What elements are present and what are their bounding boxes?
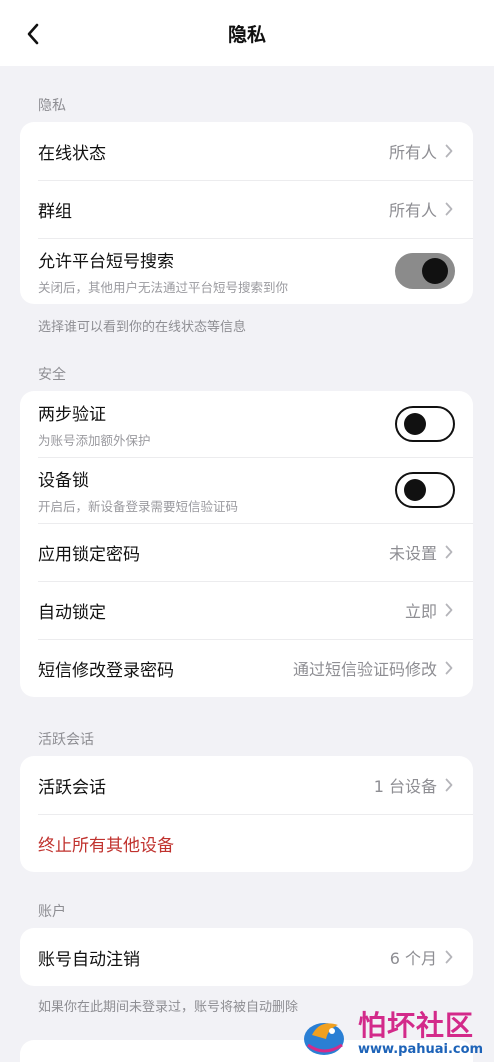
chevron-right-icon (445, 949, 455, 965)
toggle-knob (404, 413, 426, 435)
chevron-right-icon (445, 660, 455, 676)
app-lock-passcode-row[interactable]: 应用锁定密码 未设置 (20, 523, 473, 581)
watermark-title: 怕坏社区 (358, 1008, 475, 1042)
two-step-description: 为账号添加额外保护 (38, 432, 151, 448)
auto-lock-row[interactable]: 自动锁定 立即 (20, 581, 473, 639)
short-id-search-toggle[interactable] (395, 253, 455, 289)
active-sessions-row[interactable]: 活跃会话 1 台设备 (20, 756, 473, 814)
short-id-search-row: 允许平台短号搜索 关闭后，其他用户无法通过平台短号搜索到你 (20, 238, 473, 304)
online-status-value: 所有人 (388, 143, 437, 162)
sms-change-password-value: 通过短信验证码修改 (292, 660, 437, 679)
toggle-knob (422, 258, 448, 284)
privacy-footnote: 选择谁可以看到你的在线状态等信息 (38, 320, 247, 335)
app-lock-passcode-value: 未设置 (388, 544, 437, 563)
back-button[interactable] (18, 20, 48, 48)
device-lock-toggle[interactable] (395, 472, 455, 508)
terminate-other-devices-row[interactable]: 终止所有其他设备 (20, 814, 473, 872)
two-step-row: 两步验证 为账号添加额外保护 (20, 391, 473, 457)
two-step-label: 两步验证 (38, 404, 106, 425)
sms-change-password-row[interactable]: 短信修改登录密码 通过短信验证码修改 (20, 639, 473, 697)
shrimp-logo-icon (304, 1023, 344, 1055)
groups-value: 所有人 (388, 201, 437, 220)
auto-delete-row[interactable]: 账号自动注销 6 个月 (20, 928, 473, 986)
active-sessions-label: 活跃会话 (38, 777, 106, 798)
device-lock-row: 设备锁 开启后，新设备登录需要短信验证码 (20, 457, 473, 523)
section-label-account: 账户 (38, 904, 66, 920)
online-status-row[interactable]: 在线状态 所有人 (20, 122, 473, 180)
account-card: 账号自动注销 6 个月 (20, 928, 473, 986)
toggle-knob (404, 479, 426, 501)
chevron-left-icon (27, 23, 39, 45)
device-lock-label: 设备锁 (38, 470, 89, 491)
chevron-right-icon (445, 143, 455, 159)
two-step-toggle[interactable] (395, 406, 455, 442)
chevron-right-icon (445, 602, 455, 618)
groups-row[interactable]: 群组 所有人 (20, 180, 473, 238)
groups-label: 群组 (38, 201, 72, 222)
auto-delete-label: 账号自动注销 (38, 949, 140, 970)
active-sessions-value: 1 台设备 (373, 777, 437, 796)
auto-lock-value: 立即 (404, 602, 437, 621)
chevron-right-icon (445, 544, 455, 560)
auto-lock-label: 自动锁定 (38, 602, 106, 623)
device-lock-description: 开启后，新设备登录需要短信验证码 (38, 498, 239, 514)
chevron-right-icon (445, 201, 455, 217)
sessions-card: 活跃会话 1 台设备 终止所有其他设备 (20, 756, 473, 872)
short-id-search-label: 允许平台短号搜索 (38, 251, 174, 272)
section-label-privacy: 隐私 (38, 98, 66, 114)
section-label-sessions: 活跃会话 (38, 732, 94, 748)
privacy-card: 在线状态 所有人 群组 所有人 允许平台短号搜索 关闭后，其他用户无法通过平台短… (20, 122, 473, 304)
chevron-right-icon (445, 777, 455, 793)
section-label-security: 安全 (38, 367, 66, 383)
account-footnote: 如果你在此期间未登录过，账号将被自动删除 (38, 1000, 299, 1015)
sms-change-password-label: 短信修改登录密码 (38, 660, 174, 681)
security-card: 两步验证 为账号添加额外保护 设备锁 开启后，新设备登录需要短信验证码 应用锁定… (20, 391, 473, 697)
auto-delete-value: 6 个月 (389, 949, 437, 968)
watermark-url: www.pahuai.com (358, 1041, 484, 1057)
page-title: 隐私 (227, 23, 266, 46)
online-status-label: 在线状态 (38, 143, 106, 164)
terminate-other-devices-button[interactable]: 终止所有其他设备 (38, 831, 174, 856)
top-bar: 隐私 (0, 0, 494, 66)
app-lock-passcode-label: 应用锁定密码 (38, 544, 140, 565)
watermark: 怕坏社区 www.pahuai.com (298, 1004, 494, 1062)
short-id-search-description: 关闭后，其他用户无法通过平台短号搜索到你 (38, 279, 289, 295)
